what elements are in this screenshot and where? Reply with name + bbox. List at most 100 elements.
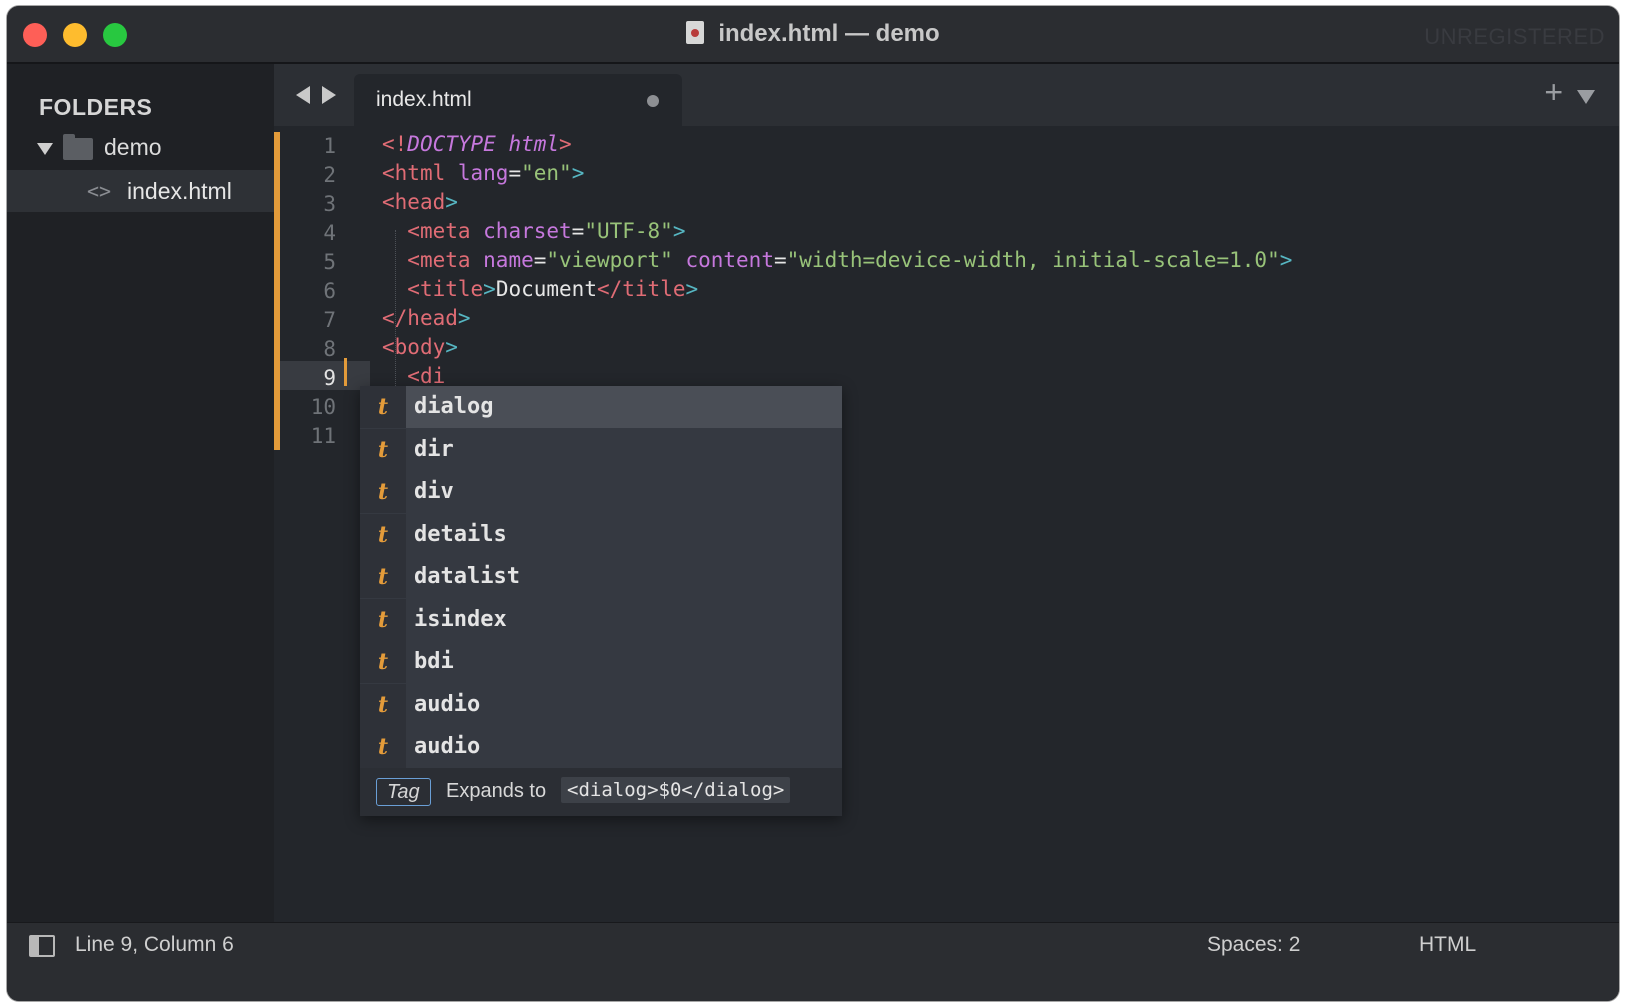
autocomplete-item-label: bdi bbox=[414, 649, 454, 674]
code-token: < bbox=[382, 277, 420, 301]
autocomplete-item-label: isindex bbox=[414, 606, 507, 632]
code-line[interactable]: <html lang="en"> bbox=[382, 159, 584, 188]
sidebar: FOLDERS demo <> index.html bbox=[7, 64, 274, 922]
code-line[interactable]: <head> bbox=[382, 188, 458, 217]
code-token: > bbox=[559, 132, 572, 156]
autocomplete-item-label: div bbox=[414, 479, 454, 504]
code-token: > bbox=[483, 277, 496, 301]
toggle-sidebar-icon[interactable] bbox=[29, 935, 55, 957]
tag-kind-icon: t bbox=[360, 726, 406, 768]
code-token: "width=device-width, initial-scale=1.0" bbox=[786, 248, 1280, 272]
line-number: 8 bbox=[323, 337, 336, 361]
line-number: 1 bbox=[323, 134, 336, 158]
code-token: head bbox=[394, 190, 446, 214]
autocomplete-item-label: details bbox=[414, 521, 507, 547]
code-token: < bbox=[382, 248, 420, 272]
code-token: <! bbox=[382, 132, 408, 156]
line-number: 3 bbox=[323, 192, 336, 216]
title-bar: index.html — demo UNREGISTERED bbox=[7, 6, 1619, 64]
autocomplete-item[interactable]: t bdi bbox=[360, 641, 842, 683]
code-token: > bbox=[445, 335, 458, 359]
line-number: 2 bbox=[323, 163, 336, 187]
code-line[interactable]: <meta charset="UTF-8"> bbox=[382, 217, 686, 246]
code-token: < bbox=[382, 364, 420, 388]
autocomplete-item[interactable]: t details bbox=[360, 513, 842, 556]
autocomplete-item-label: dialog bbox=[414, 394, 494, 419]
code-token: "UTF-8" bbox=[584, 219, 673, 243]
code-token: </ bbox=[596, 277, 623, 301]
autocomplete-item[interactable]: t audio bbox=[360, 683, 842, 726]
code-token: di bbox=[419, 364, 446, 388]
line-number: 6 bbox=[323, 279, 336, 303]
line-number: 9 bbox=[323, 366, 336, 390]
line-number: 11 bbox=[310, 424, 336, 448]
window-title-group: index.html — demo bbox=[7, 20, 1619, 48]
completion-kind-badge: Tag bbox=[376, 778, 431, 806]
folders-header: FOLDERS bbox=[39, 94, 153, 120]
code-token: "en" bbox=[521, 161, 572, 185]
code-token: < bbox=[382, 219, 420, 243]
sidebar-file-index-html[interactable]: <> index.html bbox=[7, 170, 274, 212]
status-bar: Line 9, Column 6 Spaces: 2 HTML bbox=[7, 922, 1619, 1001]
code-token: = bbox=[773, 248, 787, 272]
tab-bar: index.html + bbox=[274, 64, 1619, 126]
code-token: > bbox=[445, 190, 458, 214]
code-token: Document bbox=[495, 277, 597, 301]
code-line[interactable]: <!DOCTYPE html> bbox=[382, 130, 572, 159]
autocomplete-item-label: datalist bbox=[414, 564, 520, 589]
autocomplete-item-label: audio bbox=[414, 691, 481, 717]
tag-kind-icon: t bbox=[360, 513, 406, 556]
code-token: < bbox=[382, 161, 395, 185]
previous-tab-arrow-icon[interactable] bbox=[296, 86, 310, 104]
code-token: DOCTYPE html bbox=[407, 132, 560, 156]
code-token: meta bbox=[419, 219, 471, 243]
code-token: < bbox=[382, 335, 395, 359]
code-token: > bbox=[672, 219, 686, 243]
new-tab-button[interactable]: + bbox=[1544, 76, 1563, 108]
sidebar-folder-demo[interactable]: demo bbox=[7, 130, 274, 170]
syntax-selector[interactable]: HTML bbox=[1419, 933, 1476, 957]
tab-index-html[interactable]: index.html bbox=[354, 74, 682, 126]
tag-kind-icon: t bbox=[360, 683, 406, 726]
code-line[interactable]: <meta name="viewport" content="width=dev… bbox=[382, 246, 1292, 275]
autocomplete-item[interactable]: t dir bbox=[360, 428, 842, 471]
code-token: = bbox=[571, 219, 585, 243]
code-token: < bbox=[382, 190, 395, 214]
code-token: = bbox=[533, 248, 547, 272]
code-token: > bbox=[571, 161, 585, 185]
code-token: body bbox=[394, 335, 446, 359]
code-line[interactable]: <body> bbox=[382, 333, 458, 362]
code-token: title bbox=[622, 277, 686, 301]
autocomplete-item[interactable]: t div bbox=[360, 471, 842, 513]
text-cursor bbox=[344, 358, 347, 386]
unregistered-badge: UNREGISTERED bbox=[1424, 24, 1605, 49]
code-token: </ bbox=[382, 306, 408, 330]
indentation-setting[interactable]: Spaces: 2 bbox=[1207, 933, 1300, 957]
code-token: html bbox=[394, 161, 446, 185]
code-line[interactable]: </head> bbox=[382, 304, 471, 333]
line-number: 7 bbox=[323, 308, 336, 332]
autocomplete-details: Tag Expands to <dialog>$0</dialog> bbox=[360, 768, 842, 816]
autocomplete-item[interactable]: t datalist bbox=[360, 556, 842, 598]
code-token: meta bbox=[419, 248, 471, 272]
code-token: charset bbox=[470, 219, 572, 243]
disclosure-triangle-icon[interactable] bbox=[37, 143, 53, 155]
code-token: lang bbox=[445, 161, 509, 185]
code-line[interactable]: <title>Document</title> bbox=[382, 275, 698, 304]
unsaved-indicator-icon[interactable] bbox=[647, 95, 659, 107]
autocomplete-item[interactable]: t isindex bbox=[360, 598, 842, 641]
code-token: title bbox=[419, 277, 484, 301]
tag-kind-icon: t bbox=[360, 428, 406, 471]
autocomplete-item[interactable]: t dialog bbox=[360, 386, 842, 428]
autocomplete-item-label: audio bbox=[414, 734, 481, 759]
autocomplete-item-label: dir bbox=[414, 436, 454, 462]
line-number: 4 bbox=[323, 221, 336, 245]
autocomplete-item[interactable]: t audio bbox=[360, 726, 842, 768]
expands-to-label: Expands to bbox=[446, 780, 547, 802]
line-number-gutter: 1 2 3 4 5 6 7 8 9 10 11 bbox=[280, 126, 370, 922]
line-number: 5 bbox=[323, 250, 336, 274]
code-token: head bbox=[407, 306, 458, 330]
tab-label: index.html bbox=[376, 88, 472, 111]
next-tab-arrow-icon[interactable] bbox=[322, 86, 336, 104]
tab-list-dropdown-icon[interactable] bbox=[1577, 90, 1595, 104]
